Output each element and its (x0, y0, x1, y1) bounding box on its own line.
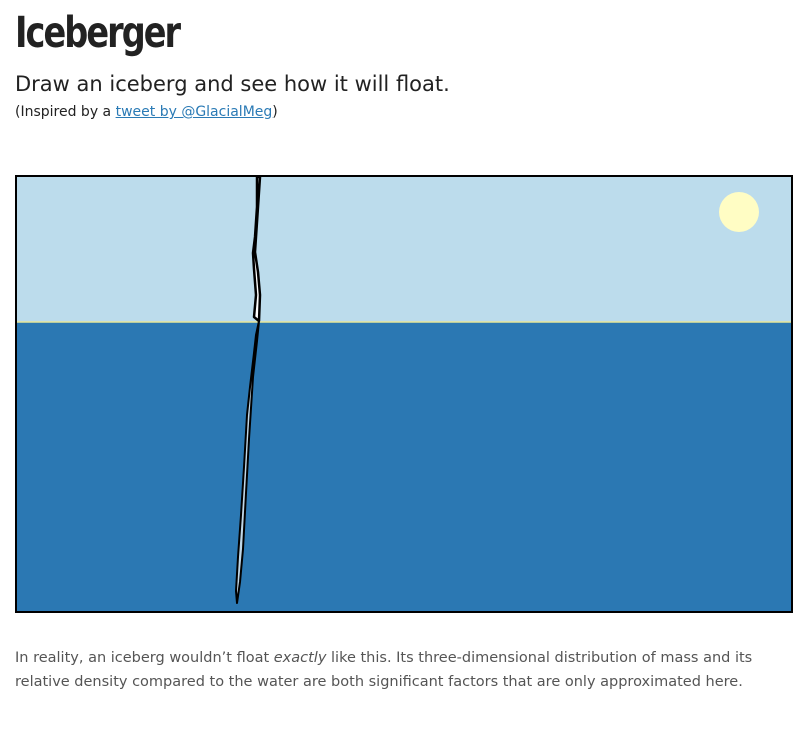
sun-icon (719, 192, 759, 232)
credit-prefix: (Inspired by a (15, 104, 116, 120)
iceberg-drawing-canvas[interactable] (15, 175, 793, 613)
disclaimer-part1: In reality, an iceberg wouldn’t float (15, 650, 274, 666)
page-subtitle: Draw an iceberg and see how it will floa… (15, 72, 450, 96)
disclaimer-emphasis: exactly (273, 650, 327, 666)
tweet-link[interactable]: tweet by @GlacialMeg (116, 104, 273, 120)
scene-svg (17, 177, 791, 611)
disclaimer-text: In reality, an iceberg wouldn’t float ex… (15, 646, 795, 694)
credit-suffix: ) (272, 104, 278, 120)
water (17, 322, 791, 611)
page-title: Iceberger (15, 8, 181, 58)
credit-line: (Inspired by a tweet by @GlacialMeg) (15, 104, 278, 120)
sky (17, 177, 791, 322)
